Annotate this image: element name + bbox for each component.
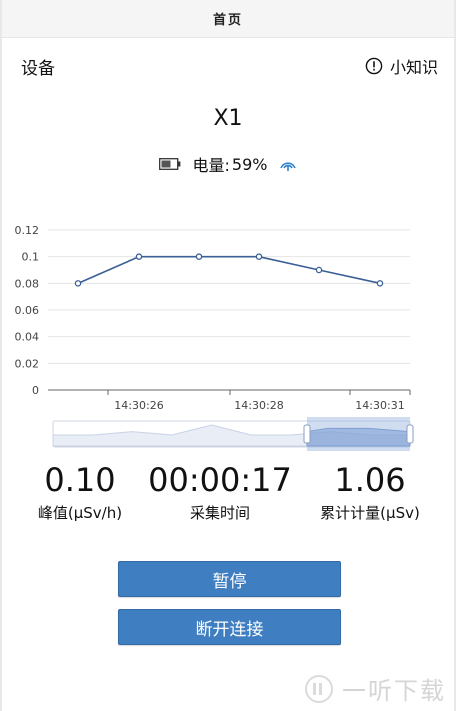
device-section-label: 设备: [21, 59, 55, 79]
data-point: [255, 253, 263, 260]
top-bar: 首页: [2, 0, 454, 38]
battery-status: 电量: 59%: [0, 152, 456, 176]
peak-value: 0.10: [44, 461, 116, 499]
time-value: 00:00:17: [148, 461, 292, 499]
y-tick-label: 0.06: [15, 304, 40, 317]
watermark-logo-icon: [305, 674, 333, 703]
y-tick-label: 0.02: [15, 357, 40, 370]
total-label: 累计计量(μSv): [320, 504, 420, 522]
battery-value: 59%: [231, 154, 268, 174]
battery-label: 电量:: [192, 156, 230, 175]
dose-rate-chart: 0 0.02 0.04 0.06 0.08 0.1 0.12 14:30:26 14:30:28…: [15, 224, 411, 410]
device-name: X1: [213, 106, 243, 131]
page-title: 首页: [212, 13, 243, 28]
zoom-window-area: [306, 427, 411, 447]
data-point: [315, 266, 323, 274]
disconnect-button[interactable]: 断开连接: [118, 609, 341, 645]
signal-icon: [280, 162, 297, 171]
tips-label: 小知识: [389, 58, 438, 77]
data-point: [74, 280, 82, 287]
zoom-handle-right[interactable]: [406, 424, 414, 444]
pause-button[interactable]: 暂停: [118, 561, 341, 597]
series-line: [77, 255, 381, 285]
x-tick-label: 14:30:28: [234, 399, 283, 410]
stats-panel: 0.10 峰值(μSv/h) 00:00:17 采集时间 1.06 累计计量(μ…: [0, 460, 456, 530]
total-value: 1.06: [334, 461, 406, 499]
y-tick-label: 0.1: [22, 251, 40, 264]
time-stat: 00:00:17 采集时间: [140, 460, 300, 523]
chart-data-zoom[interactable]: [0, 413, 456, 453]
x-tick-label: 14:30:31: [355, 399, 404, 410]
y-tick-label: 0.08: [15, 277, 40, 290]
tips-button[interactable]: 小知识: [365, 54, 438, 78]
y-tick-label: 0.04: [15, 331, 40, 344]
y-tick-label: 0.12: [15, 224, 40, 237]
time-label: 采集时间: [189, 504, 250, 522]
total-stat: 1.06 累计计量(μSv): [290, 460, 450, 523]
peak-stat: 0.10 峰值(μSv/h): [0, 460, 160, 523]
y-tick-label: 0: [32, 384, 39, 397]
data-point: [376, 280, 384, 287]
watermark: 一听下载: [304, 671, 446, 706]
device-header: 设备 小知识: [0, 50, 456, 82]
zoom-handle-left[interactable]: [303, 424, 311, 444]
data-point: [195, 253, 203, 260]
x-tick-label: 14:30:26: [114, 399, 163, 410]
data-point: [135, 253, 143, 260]
info-icon: [365, 57, 383, 75]
watermark-text: 一听下载: [342, 677, 446, 705]
peak-label: 峰值(μSv/h): [37, 504, 123, 522]
battery-icon: [158, 158, 180, 170]
